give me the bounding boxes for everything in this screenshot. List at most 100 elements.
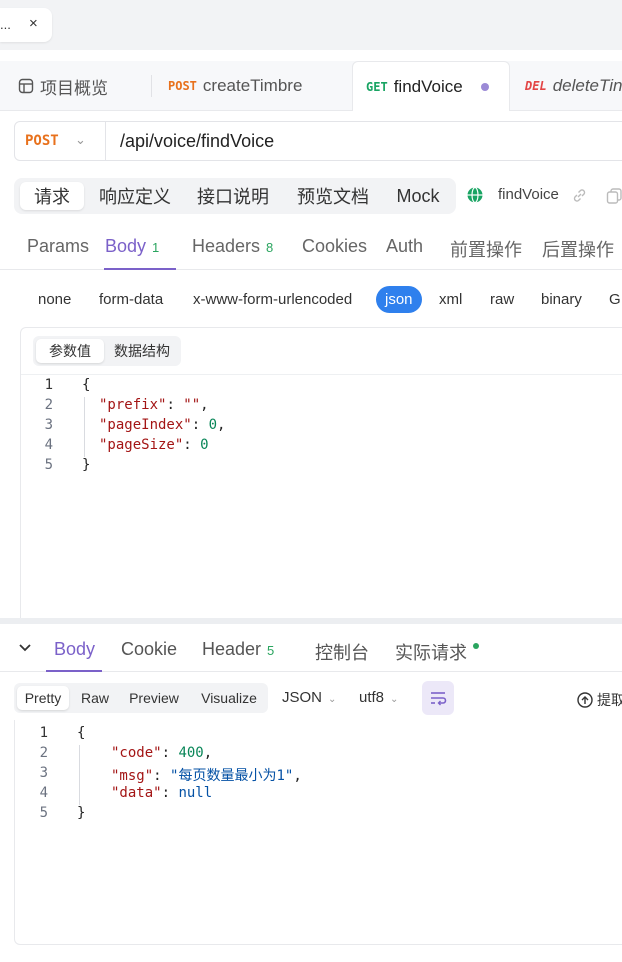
tab-response-cookie[interactable]: Cookie xyxy=(121,639,177,660)
language-select[interactable]: JSON ⌄ xyxy=(282,689,336,706)
code-line: "pageSize": 0 xyxy=(99,437,209,453)
tab-auth[interactable]: Auth xyxy=(386,236,423,257)
body-type-raw[interactable]: raw xyxy=(490,291,514,308)
tab-divider xyxy=(151,75,152,97)
tab-headers[interactable]: Headers 8 xyxy=(192,236,273,257)
line-number: 3 xyxy=(44,417,53,433)
url-bar: POST ⌄ /api/voice/findVoice xyxy=(14,121,622,161)
response-body-viewer[interactable] xyxy=(14,720,622,945)
body-type-xml[interactable]: xml xyxy=(439,291,462,308)
tab-post-operation[interactable]: 后置操作 xyxy=(542,236,614,262)
extract-icon xyxy=(577,692,593,708)
request-body-editor[interactable]: 参数值 数据结构 xyxy=(20,327,622,618)
body-type-json[interactable]: json xyxy=(376,286,422,313)
chevron-down-icon[interactable] xyxy=(18,643,32,653)
body-type-form-data[interactable]: form-data xyxy=(99,291,163,308)
code-line: } xyxy=(77,805,86,821)
tab-actual-request[interactable]: 实际请求 xyxy=(395,639,479,665)
indent-guide xyxy=(84,397,85,457)
tab-label: deleteTin xyxy=(552,76,622,95)
tab-console[interactable]: 控制台 xyxy=(315,639,369,665)
method-badge: POST xyxy=(168,79,197,93)
line-number: 2 xyxy=(39,745,48,761)
chevron-down-icon: ⌄ xyxy=(328,694,337,705)
url-input[interactable]: /api/voice/findVoice xyxy=(120,131,274,152)
line-number: 2 xyxy=(44,397,53,413)
window-tab[interactable]: ... × xyxy=(0,8,52,42)
tab-delete-timbre[interactable]: DEL deleteTin xyxy=(525,61,622,111)
tab-pre-operation[interactable]: 前置操作 xyxy=(450,236,522,262)
wrap-lines-icon xyxy=(431,692,447,706)
indent-guide xyxy=(79,745,80,805)
tab-param-values[interactable]: 参数值 xyxy=(36,339,104,363)
tab-preview[interactable]: Preview xyxy=(123,686,185,710)
method-badge: GET xyxy=(366,79,388,94)
code-line: { xyxy=(82,377,91,393)
tab-raw[interactable]: Raw xyxy=(74,686,116,710)
tab-find-voice[interactable]: GET findVoice xyxy=(352,61,510,111)
editor-mode-tabs: 参数值 数据结构 xyxy=(33,336,181,366)
line-number: 1 xyxy=(44,377,53,393)
code-line: "data": null xyxy=(111,785,213,801)
body-type-binary[interactable]: binary xyxy=(541,291,582,308)
active-tab-indicator xyxy=(46,670,102,672)
tab-visualize[interactable]: Visualize xyxy=(194,686,264,710)
tab-response-definition[interactable]: 响应定义 xyxy=(90,182,180,210)
method-badge: DEL xyxy=(525,79,547,93)
tab-mock[interactable]: Mock xyxy=(386,182,450,210)
encoding-select[interactable]: utf8 ⌄ xyxy=(359,689,398,706)
close-icon[interactable]: × xyxy=(29,15,38,32)
tab-data-structure[interactable]: 数据结构 xyxy=(107,339,177,363)
chevron-down-icon[interactable]: ⌄ xyxy=(75,132,86,148)
body-type-urlencoded[interactable]: x-www-form-urlencoded xyxy=(193,291,352,308)
count-badge: 8 xyxy=(266,240,274,255)
tab-params[interactable]: Params xyxy=(27,236,89,257)
code-line: "pageIndex": 0, xyxy=(99,417,226,433)
tab-request[interactable]: 请求 xyxy=(20,182,84,210)
request-tabs: Params Body 1 Headers 8 Cookies Auth 前置操作 … xyxy=(0,224,622,270)
link-icon[interactable] xyxy=(571,187,588,204)
word-wrap-button[interactable] xyxy=(422,681,454,715)
body-type-none[interactable]: none xyxy=(38,291,71,308)
tab-label: createTimbre xyxy=(202,76,303,95)
tab-create-timbre[interactable]: POST createTimbre xyxy=(168,61,302,111)
window-tab-label: ... xyxy=(0,17,11,32)
chevron-down-icon: ⌄ xyxy=(390,694,399,705)
divider xyxy=(105,122,106,160)
line-number: 3 xyxy=(39,765,48,781)
tab-response-header[interactable]: Header 5 xyxy=(202,639,274,660)
divider xyxy=(21,374,622,375)
method-select[interactable]: POST xyxy=(25,133,59,149)
copy-icon[interactable] xyxy=(606,187,622,204)
tab-preview-doc[interactable]: 预览文档 xyxy=(288,182,378,210)
tab-body[interactable]: Body 1 xyxy=(105,236,159,257)
globe-icon xyxy=(467,186,483,204)
response-format-tabs: Pretty Raw Preview Visualize xyxy=(14,683,268,713)
count-badge: 5 xyxy=(267,643,275,658)
status-dot-icon xyxy=(473,643,479,649)
code-line: "prefix": "", xyxy=(99,397,209,413)
tab-label: findVoice xyxy=(393,76,463,96)
line-number: 1 xyxy=(39,725,48,741)
overview-icon xyxy=(18,78,34,94)
count-badge: 1 xyxy=(152,240,160,255)
section-tabs: 请求 响应定义 接口说明 预览文档 Mock xyxy=(14,178,456,214)
code-line: { xyxy=(77,725,86,741)
api-name-label: findVoice xyxy=(498,186,559,203)
line-number: 5 xyxy=(39,805,48,821)
code-line: "code": 400, xyxy=(111,745,213,761)
response-tabs: Body Cookie Header 5 控制台 实际请求 xyxy=(0,624,622,672)
window-tab-strip: ... × xyxy=(0,0,622,50)
body-type-graphql[interactable]: G xyxy=(609,291,621,308)
code-line: } xyxy=(82,457,91,473)
tab-label: 项目概览 xyxy=(40,78,108,98)
line-number: 4 xyxy=(39,785,48,801)
tab-project-overview[interactable]: 项目概览 xyxy=(18,61,108,111)
code-line: "msg": "每页数量最小为1", xyxy=(111,768,302,784)
tab-response-body[interactable]: Body xyxy=(54,639,95,660)
line-number: 4 xyxy=(44,437,53,453)
tab-api-description[interactable]: 接口说明 xyxy=(188,182,278,210)
tab-pretty[interactable]: Pretty xyxy=(17,686,69,710)
tab-cookies[interactable]: Cookies xyxy=(302,236,367,257)
extract-button[interactable]: 提取 xyxy=(577,690,622,710)
